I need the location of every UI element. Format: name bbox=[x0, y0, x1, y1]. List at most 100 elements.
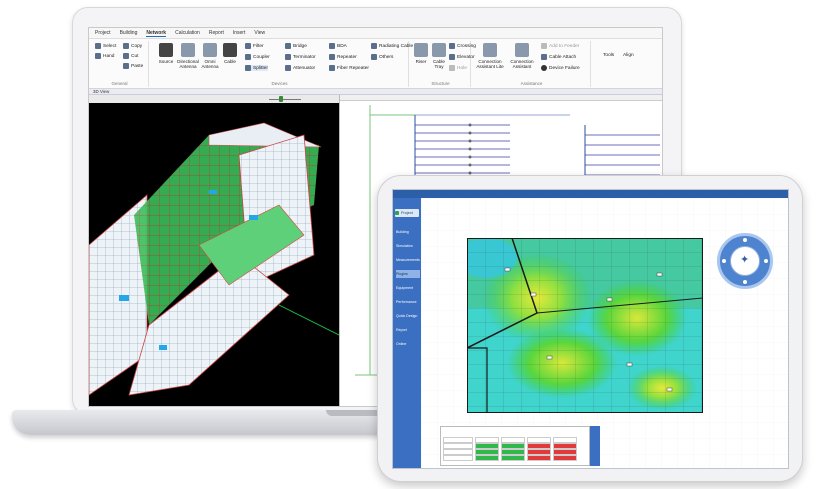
others-icon bbox=[371, 54, 377, 60]
cut-button[interactable]: Cut bbox=[123, 53, 138, 59]
cable-tray-icon bbox=[432, 43, 446, 57]
connection-assistant-lite-button[interactable]: Connection Assistant Lite bbox=[475, 43, 505, 69]
tab-calculation[interactable]: Calculation bbox=[175, 30, 200, 36]
paste-icon bbox=[123, 63, 129, 69]
coupler-button[interactable]: Coupler bbox=[245, 54, 270, 60]
coverage-heatmap[interactable] bbox=[457, 237, 704, 414]
directional-antenna-icon bbox=[181, 43, 195, 57]
compass-center[interactable]: ✦ bbox=[730, 246, 760, 276]
paste-button[interactable]: Paste bbox=[123, 63, 143, 69]
sidebar-item-measurements[interactable]: Measurements bbox=[396, 256, 420, 264]
compass-east-dot[interactable] bbox=[764, 259, 768, 263]
tab-network[interactable]: Network bbox=[146, 30, 167, 37]
compass-south-dot[interactable] bbox=[743, 280, 747, 284]
compass-north-dot[interactable] bbox=[743, 238, 747, 242]
riser-button[interactable]: Riser bbox=[411, 43, 431, 64]
hand-button[interactable]: Hand bbox=[95, 53, 114, 59]
cable-tray-button[interactable]: Cable Tray bbox=[429, 43, 449, 69]
tab-project[interactable]: Project bbox=[95, 30, 111, 36]
tab-view[interactable]: View bbox=[254, 30, 265, 36]
navigation-compass[interactable]: ✦ bbox=[717, 233, 773, 289]
view-3d-toolbar bbox=[89, 95, 339, 103]
device-failure-icon bbox=[541, 65, 547, 71]
heatmap-graphic bbox=[457, 237, 704, 414]
bridge-button[interactable]: Bridge bbox=[285, 43, 307, 49]
radiating-cable-icon bbox=[371, 43, 377, 49]
table-row-label bbox=[443, 455, 473, 461]
view-3d-canvas[interactable] bbox=[89, 95, 339, 406]
tab-3d-view[interactable]: 3D View bbox=[93, 89, 109, 94]
filter-icon bbox=[245, 43, 251, 49]
table-cell-fail bbox=[553, 455, 577, 461]
zoom-slider-track[interactable] bbox=[269, 99, 301, 100]
tab-report[interactable]: Report bbox=[209, 30, 224, 36]
elevator-button[interactable]: Elevator bbox=[449, 54, 475, 60]
group-label-structure: Structure bbox=[431, 81, 450, 86]
radiating-cable-button[interactable]: Radiating Cable bbox=[371, 43, 413, 49]
filter-button[interactable]: Filter bbox=[245, 43, 264, 49]
device-failure-button[interactable]: Device Failure bbox=[541, 65, 580, 71]
tools-button[interactable]: Tools bbox=[603, 53, 614, 58]
building-3d-model bbox=[89, 95, 339, 406]
ribbon: Select Hand Copy Cut Paste General Sourc… bbox=[89, 39, 662, 89]
sidebar-item-performance[interactable]: Performance bbox=[396, 298, 420, 306]
ribbon-group-general: Select Hand Copy Cut Paste General bbox=[91, 41, 149, 87]
select-button[interactable]: Select bbox=[95, 43, 116, 49]
crossing-icon bbox=[449, 43, 455, 49]
group-label-general: General bbox=[111, 81, 128, 86]
bda-button[interactable]: BDA bbox=[329, 43, 347, 49]
repeater-icon bbox=[329, 54, 335, 60]
ribbon-group-devices: Source Directional Antenna Omni Antenna … bbox=[151, 41, 413, 87]
sidebar-item-online[interactable]: Online bbox=[396, 340, 420, 348]
cable-attach-icon bbox=[541, 54, 547, 60]
group-label-devices: Devices bbox=[271, 81, 288, 86]
tablet-sidebar: Project Building Simulation Measurements… bbox=[393, 198, 421, 468]
cable-attach-button[interactable]: Cable Attach bbox=[541, 54, 576, 60]
table-cell-pass bbox=[501, 455, 525, 461]
others-button[interactable]: Others bbox=[371, 54, 393, 60]
fiber-repeater-button[interactable]: Fiber Repeater bbox=[329, 65, 369, 71]
fiber-repeater-icon bbox=[329, 65, 335, 71]
bda-icon bbox=[329, 43, 335, 49]
select-icon bbox=[95, 43, 101, 49]
ribbon-group-assistance: Connection Assistant Lite Connection Ass… bbox=[473, 41, 591, 87]
crossing-button[interactable]: Crossing bbox=[449, 43, 476, 49]
sidebar-item-quick-design[interactable]: Quick Design bbox=[396, 312, 420, 320]
zoom-slider-thumb[interactable] bbox=[279, 96, 283, 102]
hole-icon bbox=[449, 65, 455, 71]
add-to-feeder-icon bbox=[541, 43, 547, 49]
table-cell-pass bbox=[475, 455, 499, 461]
cable-button[interactable]: Cable bbox=[217, 43, 243, 64]
attenuator-button[interactable]: Attenuator bbox=[285, 65, 315, 71]
add-to-feeder-button[interactable]: Add to Feeder bbox=[541, 43, 579, 49]
compass-west-dot[interactable] bbox=[722, 259, 726, 263]
copy-icon bbox=[123, 43, 129, 49]
copy-button[interactable]: Copy bbox=[123, 43, 142, 49]
sidebar-item-simulation[interactable]: Simulation bbox=[396, 242, 420, 250]
bridge-icon bbox=[285, 43, 291, 49]
splitter-icon bbox=[245, 65, 251, 71]
hole-button[interactable]: Hole bbox=[449, 65, 467, 71]
splitter-button[interactable]: Splitter bbox=[245, 65, 268, 71]
results-side-panel bbox=[590, 426, 600, 466]
tab-building[interactable]: Building bbox=[120, 30, 138, 36]
sidebar-item-building[interactable]: Building bbox=[396, 228, 420, 236]
repeater-button[interactable]: Repeater bbox=[329, 54, 357, 60]
results-table bbox=[440, 426, 590, 466]
cut-icon bbox=[123, 53, 129, 59]
ribbon-group-structure: Riser Cable Tray Crossing Elevator Hole … bbox=[411, 41, 476, 87]
ribbon-tab-bar: Project Building Network Calculation Rep… bbox=[89, 28, 662, 39]
sidebar-item-report[interactable]: Report bbox=[396, 326, 420, 334]
coupler-icon bbox=[245, 54, 251, 60]
align-button[interactable]: Align bbox=[623, 53, 634, 58]
terminator-button[interactable]: Terminator bbox=[285, 54, 316, 60]
tab-insert[interactable]: Insert bbox=[233, 30, 246, 36]
terminator-icon bbox=[285, 54, 291, 60]
cable-icon bbox=[223, 43, 237, 57]
marketing-composite: Project Building Network Calculation Rep… bbox=[0, 0, 838, 489]
tablet-title-bar bbox=[393, 190, 788, 198]
group-label-assistance: Assistance bbox=[520, 81, 543, 86]
sidebar-item-equipment[interactable]: Equipment bbox=[396, 284, 420, 292]
connection-assistant-button[interactable]: Connection Assistant bbox=[507, 43, 537, 69]
sidebar-item-plugins[interactable]: Plugins bbox=[396, 270, 420, 278]
